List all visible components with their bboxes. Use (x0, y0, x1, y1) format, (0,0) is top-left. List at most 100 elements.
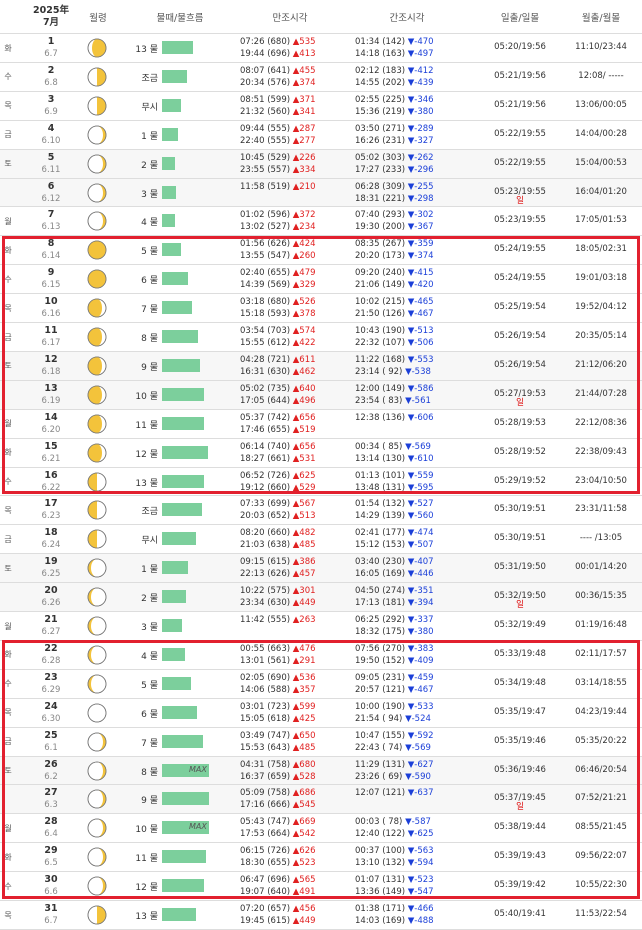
tide-name: 무시 (141, 536, 158, 547)
low-tide-times: 08:35 (267) ▼-359 20:20 (173) ▼-374 (355, 238, 475, 262)
low-tide-2-diff: ▼-446 (407, 569, 434, 580)
high-tide-2-time: 15:05 (618) (240, 713, 293, 724)
low-tide-2-time: 13:10 (132) (355, 858, 408, 869)
sunrise-sunset: 05:21/19:56 (494, 70, 546, 81)
high-tide-line-1: 08:51 (599) ▲371 (240, 94, 358, 106)
high-tide-2-time: 16:31 (630) (240, 366, 293, 377)
sunrise-sunset: 05:24/19:55 (494, 244, 546, 255)
high-tide-line-2: 14:39 (569) ▲329 (240, 279, 358, 291)
low-tide-1-diff: ▼-563 (407, 846, 434, 857)
high-tide-2-diff: ▲485 (292, 742, 316, 753)
moonrise-moonset: 07:52/21:21 (575, 793, 627, 804)
high-tide-2-time: 15:55 (612) (240, 338, 293, 348)
high-tide-line-1: 03:54 (703) ▲574 (240, 325, 358, 337)
high-tide-line-1: 00:55 (663) ▲476 (240, 643, 358, 655)
tide-flow-bar (162, 127, 178, 141)
day-of-week: 목 (4, 708, 12, 718)
table-row: 수 2 6.8 조금 08:07 (641) ▲455 20:34 (576) ▲374 0… (0, 63, 642, 91)
low-tide-line-1: 01:38 (171) ▼-466 (355, 903, 475, 915)
high-tide-times: 11:42 (555) ▲263 (240, 614, 358, 626)
high-tide-1-diff: ▲565 (292, 875, 316, 886)
solar-day: 15 (44, 440, 58, 452)
low-tide-line-2: 22:32 (107) ▼-506 (355, 337, 475, 349)
low-tide-times: 02:55 (225) ▼-346 15:36 (219) ▼-380 (355, 94, 475, 118)
low-tide-2-time: 14:03 (169) (355, 916, 408, 926)
high-tide-line-1: 10:45 (529) ▲226 (240, 152, 358, 164)
low-tide-times: 00:34 ( 85) ▼-569 13:14 (130) ▼-610 (355, 441, 475, 465)
lunar-date: 6.24 (41, 540, 61, 551)
low-tide-2-diff: ▼-467 (407, 309, 434, 320)
date-cell: 6 6.12 (26, 181, 76, 205)
high-tide-1-diff: ▲371 (292, 94, 316, 105)
moonrise-moonset: 00:01/14:20 (575, 562, 627, 573)
moon-phase-icon (86, 268, 108, 290)
high-tide-2-time: 19:07 (640) (240, 887, 293, 898)
low-tide-2-diff: ▼-488 (407, 916, 434, 926)
high-tide-2-time: 14:39 (569) (240, 280, 293, 291)
sunrise-sunset: 05:22/19:55 (494, 157, 546, 168)
day-of-week: 수 (4, 477, 12, 486)
date-cell: 19 6.25 (26, 556, 76, 580)
high-tide-line-2: 14:06 (588) ▲357 (240, 684, 358, 696)
high-tide-1-time: 03:01 (723) (240, 701, 293, 712)
low-tide-2-time: 23:26 ( 69) (355, 771, 406, 782)
tide-flow-bar: MAX (162, 763, 209, 777)
high-tide-2-diff: ▲291 (292, 655, 316, 666)
moonrise-moonset: 16:04/01:20 (575, 186, 627, 197)
high-tide-1-time: 01:56 (626) (240, 239, 293, 250)
moon-phase-icon (86, 124, 108, 146)
low-tide-line-1: 04:50 (274) ▼-351 (355, 585, 475, 597)
moon-phase-icon (86, 384, 108, 406)
high-tide-2-time: 19:45 (615) (240, 916, 293, 926)
high-tide-line-2: 23:34 (630) ▲449 (240, 597, 358, 609)
table-row: 토 26 6.2 8 물 MAX 04:31 (758) ▲680 16:37 (659) … (0, 756, 642, 785)
solar-day: 16 (44, 469, 58, 481)
high-tide-1-diff: ▲611 (292, 354, 316, 365)
table-row: 목 31 6.7 13 물 07:20 (657) ▲456 19:45 (615) ▲4… (0, 901, 642, 929)
high-tide-times: 07:26 (680) ▲535 19:44 (696) ▲413 (240, 36, 358, 60)
high-tide-1-diff: ▲656 (292, 412, 316, 423)
high-tide-1-time: 05:37 (742) (240, 412, 293, 423)
tide-flow-bar (162, 185, 176, 199)
high-tide-2-diff: ▲496 (292, 395, 316, 406)
low-tide-times: 10:43 (190) ▼-513 22:32 (107) ▼-506 (355, 325, 475, 349)
date-cell: 26 6.2 (26, 759, 76, 783)
table-row: 목 24 6.30 6 물 03:01 (723) ▲599 15:05 (618) ▲4… (0, 699, 642, 727)
low-tide-1-time: 12:07 (121) (355, 788, 408, 799)
low-tide-line-2: 20:57 (121) ▼-467 (355, 684, 475, 696)
sunrise-sunset: 05:26/19:54 (494, 331, 546, 341)
tide-name: 2 물 (141, 594, 158, 605)
high-tide-2-diff: ▲341 (292, 106, 316, 117)
high-tide-2-diff: ▲334 (292, 164, 316, 175)
low-tide-times: 07:56 (270) ▼-383 19:50 (152) ▼-409 (355, 643, 475, 667)
tide-flow-bar (162, 734, 203, 748)
low-tide-1-time: 01:13 (101) (355, 470, 408, 481)
table-row: 토 5 6.11 2 물 10:45 (529) ▲226 23:55 (557) ▲33… (0, 149, 642, 178)
date-cell: 23 6.29 (26, 672, 76, 696)
high-tide-line-2: 15:18 (593) ▲378 (240, 308, 358, 320)
moonrise-moonset: 00:36/15:35 (575, 591, 627, 602)
high-tide-2-diff: ▲425 (292, 713, 316, 724)
high-tide-2-time: 19:12 (660) (240, 482, 293, 493)
high-tide-2-diff: ▲513 (292, 511, 316, 522)
low-tide-2-time: 14:18 (163) (355, 49, 408, 59)
high-tide-line-2: 19:44 (696) ▲413 (240, 48, 358, 60)
low-tide-2-diff: ▼-538 (405, 366, 431, 377)
low-tide-1-time: 00:03 ( 78) (355, 817, 406, 828)
tide-flow-bar (162, 41, 194, 54)
tide-flow-bar (162, 156, 176, 170)
moon-phase-icon (86, 528, 108, 550)
high-tide-1-time: 03:18 (680) (240, 297, 293, 308)
tide-flow-bar (162, 879, 204, 893)
low-tide-times: 12:00 (149) ▼-586 23:54 ( 83) ▼-561 (355, 383, 475, 407)
lunar-date: 6.25 (41, 569, 61, 580)
date-cell: 5 6.11 (26, 152, 76, 176)
tide-flow-bar (162, 98, 182, 112)
low-tide-1-diff: ▼-383 (407, 643, 434, 654)
high-tide-1-time: 06:14 (740) (240, 441, 293, 452)
low-tide-line-1: 00:34 ( 85) ▼-569 (355, 441, 475, 453)
low-tide-line-2: 23:26 ( 69) ▼-590 (355, 771, 475, 783)
moonrise-moonset: 11:53/22:54 (575, 909, 627, 919)
moonrise-moonset: 21:44/07:28 (575, 388, 627, 399)
low-tide-2-time: 21:06 (149) (355, 280, 408, 291)
